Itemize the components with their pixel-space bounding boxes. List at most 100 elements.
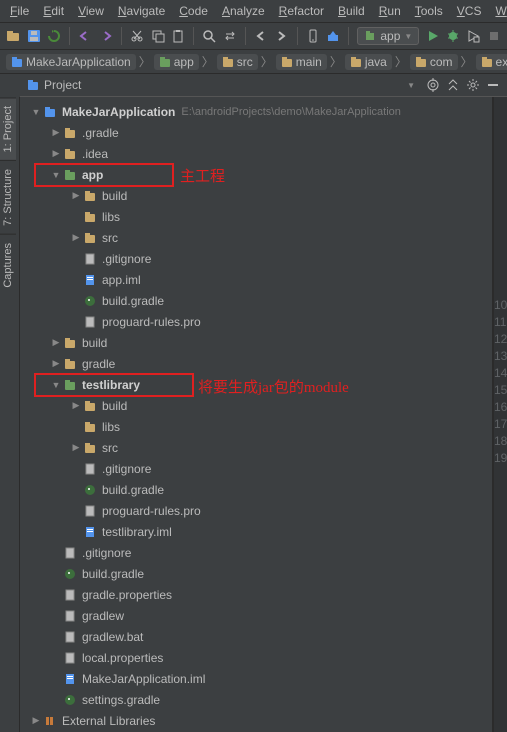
tree-node[interactable]: libs: [20, 206, 492, 227]
left-sidebar: 1: Project7: StructureCaptures: [0, 97, 20, 732]
tree-label: External Libraries: [62, 714, 155, 728]
tree-node[interactable]: proguard-rules.pro: [20, 500, 492, 521]
expand-arrow-icon[interactable]: [50, 358, 62, 369]
run-config-select[interactable]: app ▼: [357, 27, 419, 45]
breadcrumb-src[interactable]: src: [217, 54, 258, 70]
menu-view[interactable]: View: [72, 2, 110, 20]
tree-label: build.gradle: [102, 294, 164, 308]
file-icon: [82, 504, 98, 518]
run-icon[interactable]: [425, 28, 439, 44]
tree-label: testlibrary: [82, 378, 140, 392]
menu-vcs[interactable]: VCS: [451, 2, 488, 20]
save-icon[interactable]: [26, 28, 40, 44]
cut-icon[interactable]: [130, 28, 144, 44]
stop-icon[interactable]: [487, 28, 501, 44]
tree-node[interactable]: libs: [20, 416, 492, 437]
tree-node[interactable]: gradle: [20, 353, 492, 374]
hide-icon[interactable]: [485, 77, 501, 93]
find-icon[interactable]: [202, 28, 216, 44]
menu-run[interactable]: Run: [373, 2, 407, 20]
tree-label: local.properties: [82, 651, 163, 665]
tree-node[interactable]: build.gradle: [20, 290, 492, 311]
expand-arrow-icon[interactable]: [50, 148, 62, 159]
tree-node[interactable]: build: [20, 185, 492, 206]
tree-node[interactable]: build: [20, 395, 492, 416]
menu-navigate[interactable]: Navigate: [112, 2, 171, 20]
scroll-target-icon[interactable]: [425, 77, 441, 93]
tree-node[interactable]: testlibrary: [20, 374, 492, 395]
undo-icon[interactable]: [78, 28, 92, 44]
expand-arrow-icon[interactable]: [70, 442, 82, 453]
tree-node[interactable]: External Libraries: [20, 710, 492, 731]
avd-icon[interactable]: [306, 28, 320, 44]
file-icon: [82, 462, 98, 476]
project-tree[interactable]: 主工程 将要生成jar包的module MakeJarApplicationE:…: [20, 97, 493, 732]
tree-node[interactable]: build.gradle: [20, 563, 492, 584]
gear-icon[interactable]: [465, 77, 481, 93]
breadcrumb-com[interactable]: com: [410, 54, 458, 70]
tree-node[interactable]: .gradle: [20, 122, 492, 143]
expand-arrow-icon[interactable]: [30, 107, 42, 117]
expand-arrow-icon[interactable]: [70, 190, 82, 201]
line-number: 17: [494, 416, 505, 433]
expand-arrow-icon[interactable]: [70, 400, 82, 411]
tree-node[interactable]: .idea: [20, 143, 492, 164]
tree-node[interactable]: .gitignore: [20, 458, 492, 479]
expand-arrow-icon[interactable]: [50, 170, 62, 180]
tree-node[interactable]: src: [20, 227, 492, 248]
back-icon[interactable]: [254, 28, 268, 44]
iml-icon: [82, 525, 98, 539]
collapse-icon[interactable]: [445, 77, 461, 93]
tree-node[interactable]: build: [20, 332, 492, 353]
breadcrumb-app[interactable]: app: [154, 54, 199, 70]
breadcrumb-makejarapplication[interactable]: MakeJarApplication: [6, 54, 136, 70]
breadcrumb-example[interactable]: example: [476, 54, 507, 70]
sidebar-tab-project[interactable]: 1: Project: [0, 97, 16, 160]
menu-analyze[interactable]: Analyze: [216, 2, 271, 20]
attach-icon[interactable]: [466, 28, 480, 44]
tree-node[interactable]: .gitignore: [20, 542, 492, 563]
sidebar-tab-structure[interactable]: 7: Structure: [0, 160, 16, 234]
menu-wi[interactable]: Wi: [489, 2, 507, 20]
expand-arrow-icon[interactable]: [70, 232, 82, 243]
tree-label: .gitignore: [102, 462, 151, 476]
breadcrumb-main[interactable]: main: [276, 54, 327, 70]
tree-label: gradlew: [82, 609, 124, 623]
menu-edit[interactable]: Edit: [37, 2, 70, 20]
menu-tools[interactable]: Tools: [409, 2, 449, 20]
file-icon: [82, 252, 98, 266]
menu-code[interactable]: Code: [173, 2, 214, 20]
copy-icon[interactable]: [150, 28, 164, 44]
tree-node[interactable]: app: [20, 164, 492, 185]
menu-build[interactable]: Build: [332, 2, 371, 20]
debug-icon[interactable]: [446, 28, 460, 44]
tree-node[interactable]: proguard-rules.pro: [20, 311, 492, 332]
tree-node[interactable]: gradlew.bat: [20, 626, 492, 647]
open-icon[interactable]: [6, 28, 20, 44]
redo-icon[interactable]: [99, 28, 113, 44]
tree-node[interactable]: src: [20, 437, 492, 458]
paste-icon[interactable]: [171, 28, 185, 44]
tree-node[interactable]: gradlew: [20, 605, 492, 626]
tree-node[interactable]: testlibrary.iml: [20, 521, 492, 542]
tree-node[interactable]: MakeJarApplicationE:\androidProjects\dem…: [20, 101, 492, 122]
expand-arrow-icon[interactable]: [50, 127, 62, 138]
tree-node[interactable]: settings.gradle: [20, 689, 492, 710]
expand-arrow-icon[interactable]: [50, 337, 62, 348]
sync-icon[interactable]: [47, 28, 61, 44]
tree-node[interactable]: build.gradle: [20, 479, 492, 500]
tree-node[interactable]: app.iml: [20, 269, 492, 290]
tree-node[interactable]: .gitignore: [20, 248, 492, 269]
sidebar-tab-captures[interactable]: Captures: [0, 234, 16, 296]
tree-node[interactable]: MakeJarApplication.iml: [20, 668, 492, 689]
expand-arrow-icon[interactable]: [50, 380, 62, 390]
menu-file[interactable]: File: [4, 2, 35, 20]
expand-arrow-icon[interactable]: [30, 715, 42, 726]
tree-node[interactable]: gradle.properties: [20, 584, 492, 605]
forward-icon[interactable]: [274, 28, 288, 44]
replace-icon[interactable]: [223, 28, 237, 44]
tree-node[interactable]: local.properties: [20, 647, 492, 668]
menu-refactor[interactable]: Refactor: [273, 2, 330, 20]
breadcrumb-java[interactable]: java: [345, 54, 392, 70]
sdk-icon[interactable]: [326, 28, 340, 44]
